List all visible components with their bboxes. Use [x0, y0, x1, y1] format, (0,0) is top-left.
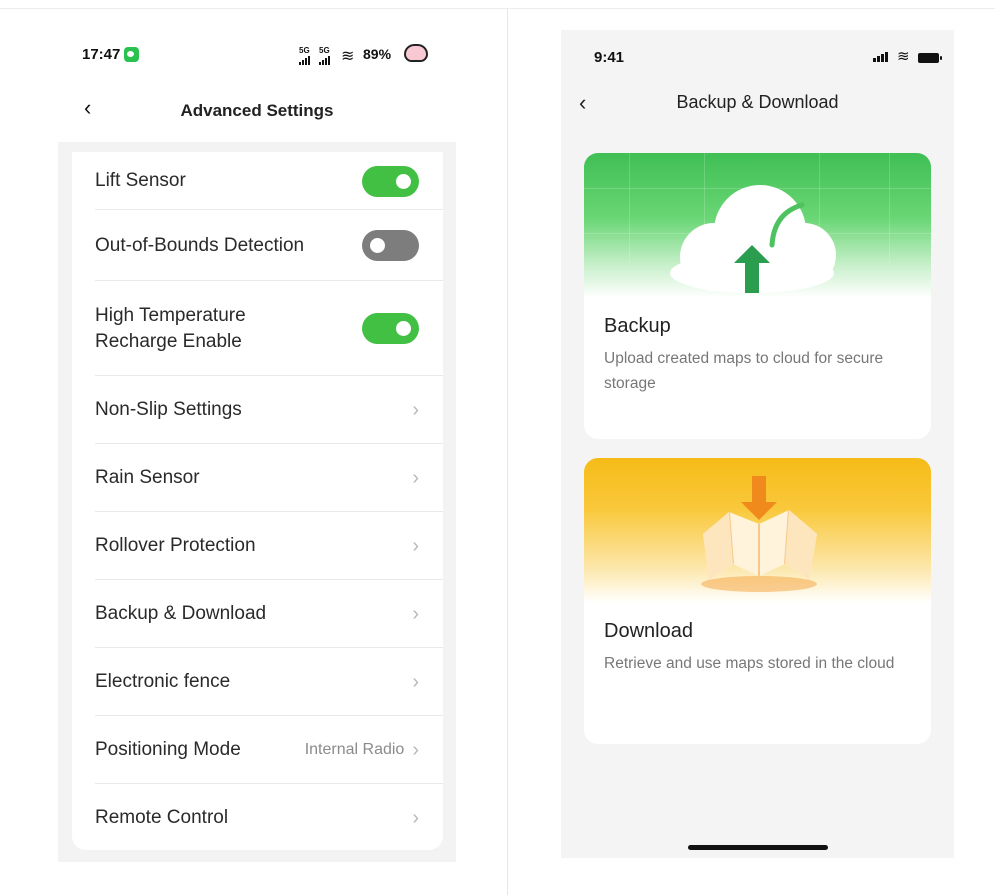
setting-row-lift-sensor: Lift Sensor [95, 152, 443, 210]
setting-label: Positioning Mode [95, 739, 241, 760]
advanced-settings-screen: 17:47 5G 5G ≋ 89% ‹ Advanced Settings Li… [58, 30, 456, 862]
backup-description: Upload created maps to cloud for secure … [604, 350, 884, 392]
grid-line [629, 153, 630, 263]
toggle-knob [396, 321, 411, 336]
setting-label: Electronic fence [95, 671, 231, 692]
map-download-icon [701, 476, 817, 592]
setting-row-backup-download[interactable]: Backup & Download › [95, 580, 443, 648]
setting-label: High Temperature Recharge Enable [95, 304, 246, 352]
home-indicator[interactable] [688, 845, 828, 850]
toggle-knob [370, 238, 385, 253]
signal-icon [319, 56, 330, 65]
chevron-right-icon: › [412, 602, 419, 625]
setting-label: Remote Control [95, 807, 229, 828]
setting-row-rain-sensor[interactable]: Rain Sensor › [95, 444, 443, 512]
nav-bar: ‹ Advanced Settings [58, 92, 456, 128]
page-title: Advanced Settings [180, 101, 334, 120]
chevron-right-icon: › [412, 466, 419, 489]
settings-list: Lift Sensor Out-of-Bounds Detection High… [72, 152, 443, 850]
setting-label: Rollover Protection [95, 535, 256, 556]
mascot-icon [404, 44, 428, 62]
battery-icon [918, 53, 942, 63]
wifi-icon: ≋ [897, 48, 910, 65]
page-title: Backup & Download [676, 92, 839, 112]
signal-icon [299, 56, 310, 65]
high-temperature-toggle[interactable] [362, 313, 419, 344]
backup-title: Backup [604, 315, 671, 337]
cloud-upload-icon [670, 185, 836, 293]
backup-download-screen: 9:41 ≋ ‹ Backup & Download Backup Upload… [561, 30, 954, 858]
status-bar: 17:47 5G 5G ≋ 89% [58, 44, 456, 68]
out-of-bounds-toggle[interactable] [362, 230, 419, 261]
toggle-knob [396, 173, 411, 189]
setting-row-high-temperature: High Temperature Recharge Enable [95, 281, 443, 376]
setting-label: Out-of-Bounds Detection [95, 234, 305, 256]
chevron-right-icon: › [412, 398, 419, 421]
setting-label: Non-Slip Settings [95, 399, 242, 420]
positioning-mode-value: Internal Radio [304, 741, 405, 758]
wifi-icon: ≋ [341, 48, 355, 65]
top-divider [0, 8, 995, 9]
setting-label: Backup & Download [95, 603, 267, 624]
setting-row-positioning-mode[interactable]: Positioning Mode Internal Radio › [95, 716, 443, 784]
setting-row-out-of-bounds: Out-of-Bounds Detection [95, 210, 443, 281]
chevron-right-icon: › [412, 738, 419, 761]
setting-row-remote-control[interactable]: Remote Control › [95, 784, 443, 852]
lift-sensor-toggle[interactable] [362, 165, 419, 197]
center-divider [507, 8, 508, 895]
grid-line [889, 153, 890, 263]
backup-banner [584, 153, 931, 298]
download-banner [584, 458, 931, 603]
setting-row-electronic-fence[interactable]: Electronic fence › [95, 648, 443, 716]
network-label-b: 5G [319, 46, 330, 55]
signal-icon [873, 52, 888, 62]
download-card[interactable]: Download Retrieve and use maps stored in… [584, 458, 931, 744]
setting-label: Rain Sensor [95, 467, 200, 488]
network-label-a: 5G [299, 46, 310, 55]
download-description: Retrieve and use maps stored in the clou… [604, 655, 895, 672]
setting-label: Lift Sensor [95, 170, 186, 191]
status-time: 9:41 [594, 49, 625, 66]
screenshot-canvas: 17:47 5G 5G ≋ 89% ‹ Advanced Settings Li… [0, 0, 995, 895]
setting-row-rollover[interactable]: Rollover Protection › [95, 512, 443, 580]
wechat-icon [124, 47, 139, 62]
battery-percent: 89% [363, 46, 392, 62]
chevron-right-icon: › [412, 806, 419, 829]
chevron-right-icon: › [412, 670, 419, 693]
chevron-right-icon: › [412, 534, 419, 557]
status-time: 17:47 [82, 46, 121, 63]
backup-card[interactable]: Backup Upload created maps to cloud for … [584, 153, 931, 439]
setting-trailing: Internal Radio › [305, 739, 419, 762]
setting-row-non-slip[interactable]: Non-Slip Settings › [95, 376, 443, 444]
download-title: Download [604, 620, 693, 642]
